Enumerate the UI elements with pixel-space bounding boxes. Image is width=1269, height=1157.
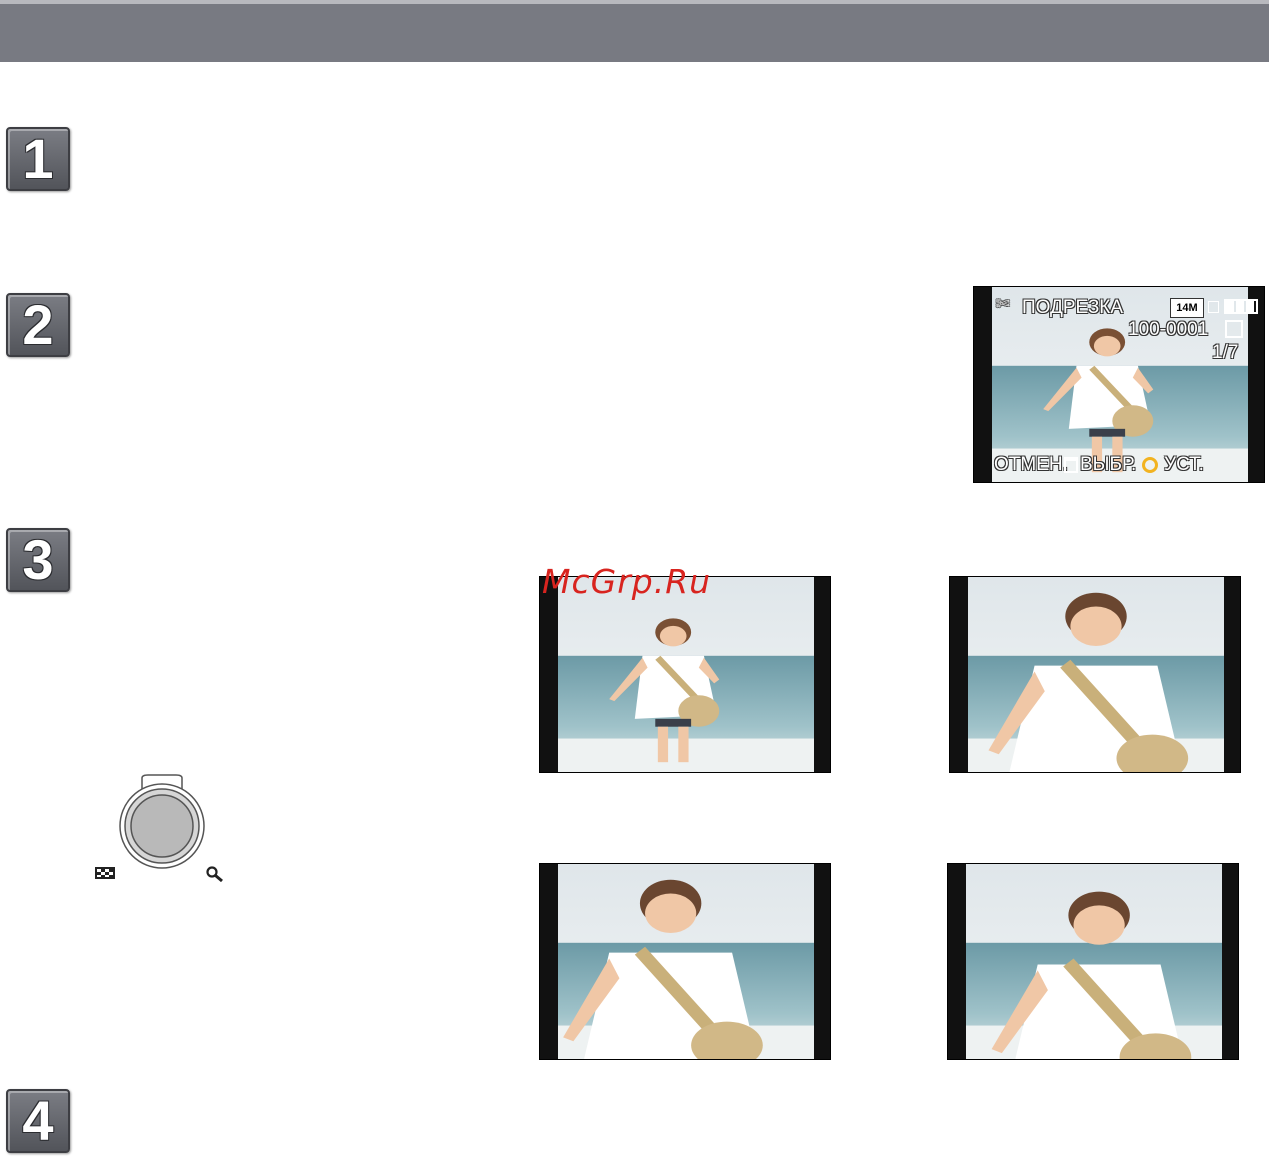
camera-lcd-screen: ✄ ПОДРЕЗКА 14M 100-0001 1/7 ОТМЕН. ВЫБР.…	[973, 286, 1265, 483]
watermark-text: McGrp.Ru	[542, 562, 712, 601]
crop-preview-shifted-left	[539, 863, 831, 1060]
tele-zoom-icon	[206, 866, 223, 882]
lcd-counter: 1/7	[1212, 342, 1239, 363]
size-badge: 14M	[1170, 298, 1204, 318]
lcd-select-label: ВЫБР.	[1080, 454, 1137, 475]
lcd-file-number: 100-0001	[1128, 319, 1209, 340]
quality-icon	[1208, 301, 1219, 313]
scissors-icon: ✄	[996, 296, 1010, 313]
step-3-badge: 3	[6, 528, 70, 592]
protect-icon	[1225, 320, 1243, 338]
wide-zoom-icon	[95, 867, 115, 879]
lcd-set-label: УСТ.	[1164, 454, 1204, 475]
step-2-badge: 2	[6, 293, 70, 357]
crop-preview-zoomed	[949, 576, 1241, 773]
battery-icon	[1224, 299, 1258, 314]
header-bar	[0, 0, 1269, 62]
lcd-cancel-label: ОТМЕН.	[994, 454, 1068, 475]
step-1-badge: 1	[6, 127, 70, 191]
trash-icon	[1064, 457, 1078, 473]
step-4-badge: 4	[6, 1089, 70, 1153]
lcd-mode-label: ПОДРЕЗКА	[1022, 297, 1124, 318]
crop-preview-1x	[539, 576, 831, 773]
cursor-keys-icon	[1142, 457, 1158, 473]
crop-preview-shifted-right	[947, 863, 1239, 1060]
